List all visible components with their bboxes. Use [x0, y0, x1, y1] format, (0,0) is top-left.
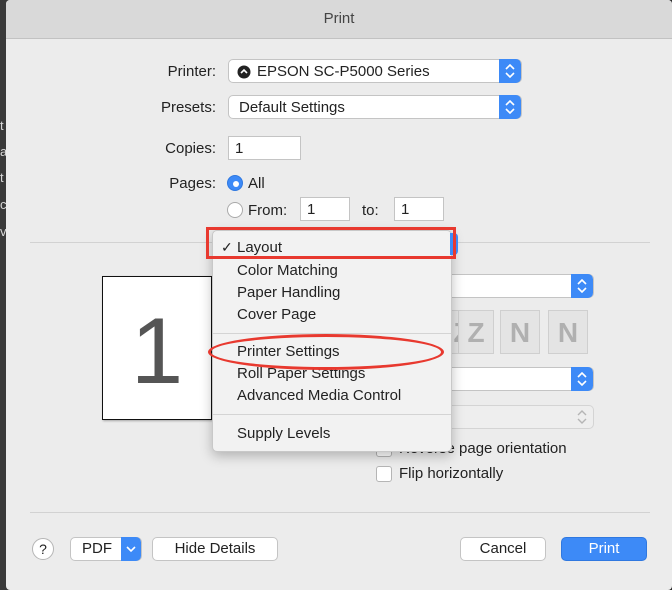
pages-from-radio[interactable]: [227, 202, 243, 218]
updown-chevron-icon: [577, 410, 587, 424]
menu-item-color-matching[interactable]: Color Matching: [237, 262, 338, 279]
two-sided-select[interactable]: [442, 405, 594, 429]
presets-value: Default Settings: [239, 99, 345, 116]
printer-status-icon: [237, 65, 251, 79]
printer-value: EPSON SC-P5000 Series: [257, 63, 430, 80]
menu-item-advanced-media-control[interactable]: Advanced Media Control: [237, 387, 401, 404]
pdf-menu-button[interactable]: PDF: [70, 537, 142, 561]
print-button[interactable]: Print: [561, 537, 647, 561]
help-button[interactable]: ?: [32, 538, 54, 560]
pages-all-label: All: [248, 175, 265, 192]
chevron-down-icon: [121, 537, 141, 561]
presets-select[interactable]: Default Settings: [228, 95, 522, 119]
window-title: Print: [323, 10, 355, 27]
flip-horizontally-label: Flip horizontally: [399, 465, 504, 482]
menu-item-cover-page[interactable]: Cover Page: [237, 306, 316, 323]
separator: [30, 512, 650, 513]
copies-value: 1: [235, 140, 244, 157]
background-text: t: [0, 170, 4, 185]
pages-from-value: 1: [307, 201, 316, 218]
pages-to-field[interactable]: 1: [394, 197, 444, 221]
layout-direction-button[interactable]: Z: [458, 310, 494, 354]
copies-label: Copies:: [165, 140, 216, 157]
pages-all-radio[interactable]: [227, 175, 243, 191]
print-dialog: Print Printer: EPSON SC-P5000 Series Pre…: [6, 0, 672, 590]
pages-from-label: From:: [248, 202, 288, 219]
presets-label: Presets:: [160, 99, 216, 116]
layout-direction-button[interactable]: N: [500, 310, 540, 354]
printer-select[interactable]: EPSON SC-P5000 Series: [228, 59, 522, 83]
pages-from-field[interactable]: 1: [300, 197, 350, 221]
background-text: t: [0, 118, 4, 133]
page-preview: 1: [102, 276, 212, 420]
layout-direction-button[interactable]: N: [548, 310, 588, 354]
updown-chevron-icon: [499, 95, 521, 119]
menu-item-supply-levels[interactable]: Supply Levels: [237, 425, 330, 442]
cancel-button[interactable]: Cancel: [460, 537, 546, 561]
title-bar: Print: [6, 0, 672, 39]
hide-details-button[interactable]: Hide Details: [152, 537, 278, 561]
pages-label: Pages:: [169, 175, 216, 192]
updown-chevron-icon: [571, 367, 593, 391]
pages-to-value: 1: [401, 201, 410, 218]
updown-chevron-icon: [571, 274, 593, 298]
pdf-label: PDF: [82, 540, 112, 557]
updown-chevron-icon: [499, 59, 521, 83]
flip-horizontally-checkbox[interactable]: [376, 466, 392, 482]
preview-page-number: 1: [130, 298, 184, 403]
highlight-oval-annotation: [208, 334, 444, 370]
pages-to-label: to:: [362, 202, 379, 219]
menu-item-paper-handling[interactable]: Paper Handling: [237, 284, 340, 301]
pages-per-sheet-select[interactable]: [442, 274, 594, 298]
highlight-box-annotation: [206, 227, 456, 259]
menu-separator: [213, 414, 451, 415]
border-select[interactable]: [442, 367, 594, 391]
printer-label: Printer:: [167, 63, 216, 80]
copies-field[interactable]: 1: [228, 136, 301, 160]
